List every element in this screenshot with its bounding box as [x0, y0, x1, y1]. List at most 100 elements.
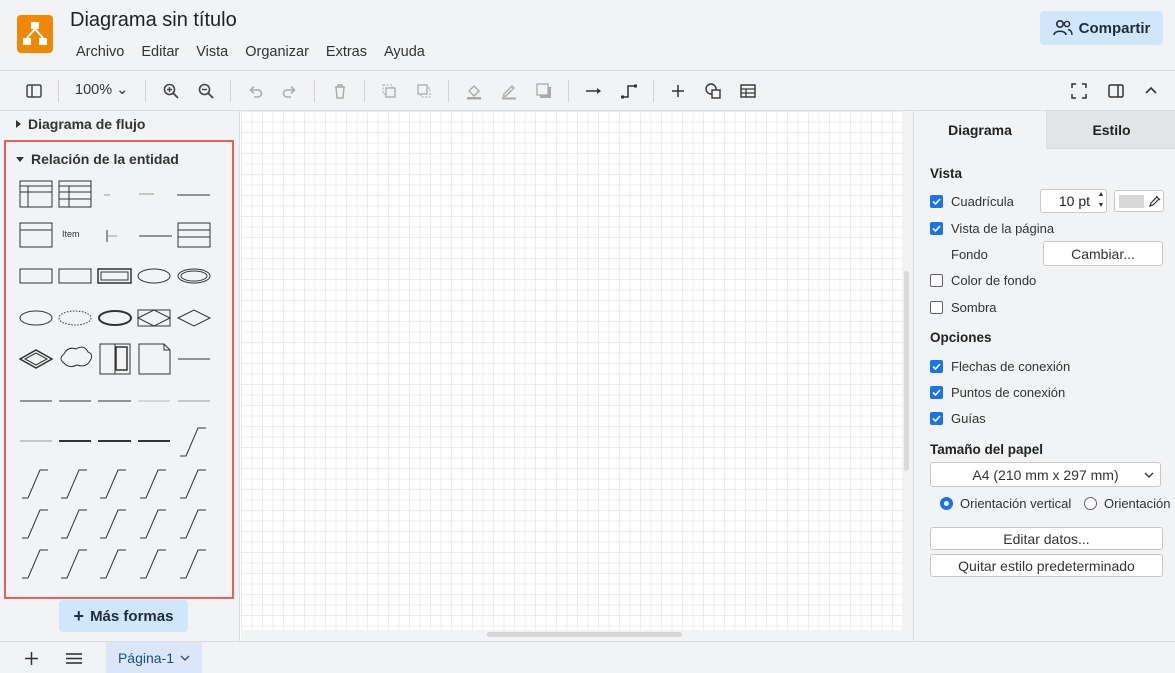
- document-title[interactable]: Diagrama sin título: [70, 9, 237, 32]
- fill-color-icon[interactable]: [462, 79, 486, 103]
- menu-organizar[interactable]: Organizar: [239, 42, 315, 62]
- shapes-icon[interactable]: [701, 79, 725, 103]
- pages-menu-icon[interactable]: [65, 652, 83, 665]
- share-button[interactable]: Compartir: [1040, 11, 1163, 45]
- er-table-shape[interactable]: [19, 180, 53, 208]
- er-entity-shape[interactable]: [19, 268, 53, 284]
- tab-diagrama[interactable]: Diagrama: [914, 111, 1046, 149]
- er-cloud-shape[interactable]: [60, 346, 93, 368]
- chevron-right-icon: [16, 120, 21, 128]
- waypoints-icon[interactable]: [617, 79, 641, 103]
- er-weak-entity-shape[interactable]: [97, 268, 132, 284]
- guides-checkbox[interactable]: Guías: [930, 411, 986, 426]
- er-list-shape[interactable]: [19, 222, 53, 248]
- edit-data-button[interactable]: Editar datos...: [930, 527, 1163, 550]
- er-key-attribute-shape[interactable]: [98, 310, 132, 326]
- er-multivalue-attribute-shape[interactable]: [177, 268, 211, 284]
- page-view-checkbox[interactable]: Vista de la página: [930, 221, 1054, 236]
- er-table-3-shape[interactable]: [177, 222, 211, 248]
- radio-unselected-icon: [1084, 497, 1097, 510]
- grid-color-swatch: [1119, 195, 1144, 208]
- redo-icon[interactable]: [278, 79, 302, 103]
- zoom-select[interactable]: 100% ⌄: [75, 82, 128, 98]
- format-panel-icon[interactable]: [1104, 79, 1128, 103]
- checkbox-checked-icon: [930, 222, 943, 235]
- users-icon: [1052, 19, 1073, 36]
- diagram-canvas[interactable]: [241, 111, 902, 630]
- line-color-icon[interactable]: [497, 79, 521, 103]
- section-relacion-entidad[interactable]: Relación de la entidad: [16, 151, 179, 167]
- menu-archivo[interactable]: Archivo: [70, 42, 130, 62]
- section-diagrama-de-flujo[interactable]: Diagrama de flujo: [16, 116, 145, 132]
- er-derived-attribute-shape[interactable]: [58, 310, 92, 326]
- background-color-checkbox[interactable]: Color de fondo: [930, 273, 1036, 288]
- table-icon[interactable]: [736, 79, 760, 103]
- bg-color-label: Color de fondo: [951, 273, 1037, 288]
- er-elbow-connectors[interactable]: [22, 469, 206, 579]
- er-relationship-shape[interactable]: [176, 309, 212, 327]
- drawio-logo-icon: [17, 15, 53, 53]
- collapse-chevron-up-icon[interactable]: [1139, 79, 1163, 103]
- er-item-shape[interactable]: Item: [62, 229, 80, 239]
- chevron-down-icon: ⌄: [116, 82, 129, 98]
- vertical-scrollbar[interactable]: [904, 271, 909, 471]
- chevron-down-icon: [180, 655, 190, 661]
- menu-extras[interactable]: Extras: [320, 42, 373, 62]
- er-relation-elbow-1[interactable]: [180, 427, 206, 457]
- zoom-in-icon[interactable]: [159, 79, 183, 103]
- grid-size-stepper[interactable]: ▲ ▼: [1094, 189, 1108, 213]
- connection-arrows-checkbox[interactable]: Flechas de conexión: [930, 359, 1070, 374]
- shadow-label: Sombra: [951, 300, 997, 315]
- er-attribute-shape-2[interactable]: [19, 310, 53, 326]
- er-weak-relationship-shape[interactable]: [136, 309, 172, 327]
- more-shapes-label: Más formas: [90, 607, 174, 625]
- er-shape-palette: Item: [18, 180, 212, 579]
- menu-ayuda[interactable]: Ayuda: [378, 42, 431, 62]
- orientation-horizontal-radio[interactable]: Orientación: [1084, 496, 1170, 511]
- app-header: Diagrama sin título Archivo Editar Vista…: [0, 0, 1175, 70]
- more-shapes-button[interactable]: + Más formas: [59, 600, 188, 632]
- horizontal-scrollbar[interactable]: [487, 632, 682, 637]
- page-view-label: Vista de la página: [951, 221, 1055, 236]
- er-container-shape[interactable]: [99, 343, 131, 375]
- er-key-line-shape[interactable]: [106, 230, 117, 242]
- tab-estilo[interactable]: Estilo: [1046, 111, 1175, 149]
- delete-icon[interactable]: [328, 79, 352, 103]
- chevron-down-icon: [16, 156, 24, 162]
- to-front-icon[interactable]: [377, 79, 401, 103]
- toggle-sidebar-icon[interactable]: [22, 79, 46, 103]
- to-back-icon[interactable]: [412, 79, 436, 103]
- paper-size-heading: Tamaño del papel: [930, 442, 1044, 457]
- checkbox-unchecked-icon: [930, 301, 943, 314]
- menu-editar[interactable]: Editar: [135, 42, 185, 62]
- er-entity-shape-2[interactable]: [58, 268, 92, 284]
- checkbox-checked-icon: [930, 386, 943, 399]
- grid-checkbox[interactable]: Cuadrícula: [930, 194, 1014, 209]
- page-tab[interactable]: Página-1: [106, 642, 202, 673]
- insert-plus-icon[interactable]: [666, 79, 690, 103]
- connection-arrows-label: Flechas de conexión: [951, 359, 1071, 374]
- grid-color-button[interactable]: [1114, 190, 1164, 212]
- er-identifying-relationship-shape[interactable]: [18, 349, 54, 369]
- add-page-icon[interactable]: [24, 651, 39, 666]
- change-background-button[interactable]: Cambiar...: [1043, 241, 1163, 266]
- undo-icon[interactable]: [243, 79, 267, 103]
- er-note-shape[interactable]: [138, 343, 171, 375]
- paper-size-select[interactable]: A4 (210 mm x 297 mm): [930, 462, 1161, 487]
- checkbox-checked-icon: [930, 195, 943, 208]
- er-table-shape-2[interactable]: [58, 180, 92, 208]
- fullscreen-icon[interactable]: [1067, 79, 1091, 103]
- orientation-vertical-radio[interactable]: Orientación vertical: [940, 496, 1071, 511]
- shadow-checkbox[interactable]: Sombra: [930, 300, 997, 315]
- er-attribute-shape[interactable]: [137, 268, 171, 284]
- connection-points-checkbox[interactable]: Puntos de conexión: [930, 385, 1065, 400]
- remove-default-style-button[interactable]: Quitar estilo predeterminado: [930, 554, 1163, 577]
- shadow-icon[interactable]: [532, 79, 556, 103]
- vista-heading: Vista: [930, 166, 963, 181]
- radio-selected-icon: [940, 497, 953, 510]
- connection-points-label: Puntos de conexión: [951, 385, 1066, 400]
- zoom-out-icon[interactable]: [194, 79, 218, 103]
- menu-vista[interactable]: Vista: [190, 42, 234, 62]
- checkbox-unchecked-icon: [930, 274, 943, 287]
- connection-arrow-icon[interactable]: [582, 79, 606, 103]
